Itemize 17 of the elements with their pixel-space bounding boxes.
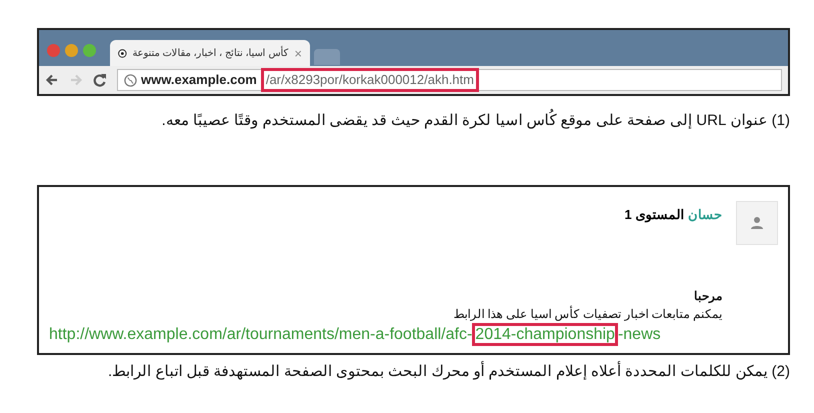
comment-greeting: مرحبا — [694, 288, 722, 304]
new-tab-button[interactable] — [314, 49, 340, 65]
close-window-icon[interactable] — [47, 44, 60, 56]
comment-link[interactable]: http://www.example.com/ar/tournaments/men-a-football/afc- 2014-championship -news — [49, 322, 661, 346]
reload-icon[interactable] — [93, 73, 107, 87]
back-arrow-icon[interactable] — [45, 73, 59, 87]
caption: (2) يمكن للكلمات المحددة أعلاه إعلام المستخدم أو محرك البحث بمحتوى الصفحة المستهدفة قبل اتباع الرابط. — [106, 360, 790, 382]
maximize-window-icon[interactable] — [83, 44, 96, 56]
comment-author: حسان المستوى 1 — [624, 206, 722, 224]
comment-text: يمكنم متابعات اخبار تصفيات كأس اسيا على هذا الرابط — [453, 304, 722, 322]
tab-title: كأس اسيا، نتائج ، اخبار، مقالات متنوعة — [132, 46, 288, 60]
caption: (1) عنوان URL إلى صفحة على موقع كُاس اسيا لكرة القدم حيث قد يقضى المستخدم وقتًا عصيبًا معه. — [37, 110, 790, 132]
browser-tab[interactable]: كأس اسيا، نتائج ، اخبار، مقالات متنوعة × — [110, 40, 310, 66]
forward-arrow-icon[interactable] — [69, 73, 83, 87]
address-field[interactable]: www.example.com /ar/x8293por/korkak000012/akh.htm — [117, 69, 782, 91]
minimize-window-icon[interactable] — [65, 44, 78, 56]
person-icon — [750, 216, 764, 230]
